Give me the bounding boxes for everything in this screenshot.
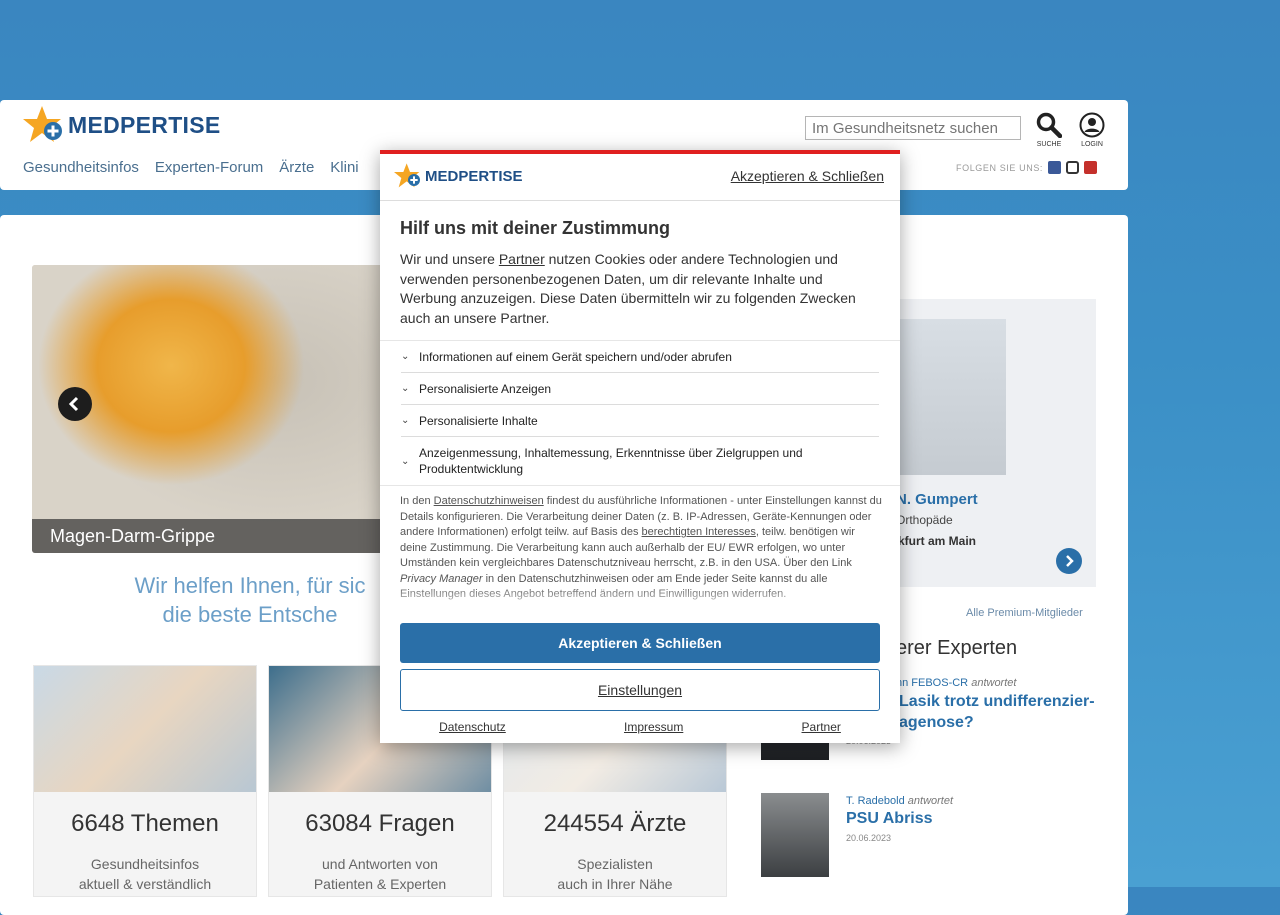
nav-kliniken[interactable]: Klini [330, 159, 358, 176]
consent-title: Hilf uns mit deiner Zustimmung [400, 218, 671, 238]
qa-question-title[interactable]: PSU Abriss [846, 808, 933, 829]
tile-doctors-line2: auch in Ihrer Nähe [557, 876, 673, 892]
qa-author-photo[interactable] [761, 793, 829, 877]
nav-experten-forum[interactable]: Experten-Forum [155, 159, 263, 176]
privacy-manager-label: Privacy Manager [400, 572, 483, 585]
purpose-list: ⌄ Informationen auf einem Gerät speicher… [380, 340, 900, 486]
purpose-item[interactable]: ⌄ Personalisierte Inhalte [401, 405, 879, 437]
qa-author[interactable]: T. Radebold antwortet [846, 795, 953, 807]
qa-title-line2[interactable]: agenose? [899, 712, 1095, 733]
slider-prev-button[interactable] [58, 387, 92, 421]
qa-title-line1[interactable]: Lasik trotz undifferenzier- [899, 691, 1095, 712]
consent-logo-text: MEDPERTISE [425, 167, 523, 185]
slider-caption[interactable]: Magen-Darm-Grippe [32, 519, 380, 553]
partner-link[interactable]: Partner [499, 251, 545, 267]
tile-topics-count: 6648 Themen [71, 810, 219, 837]
tile-questions-count: 63084 Fragen [305, 810, 455, 837]
tile-topics[interactable]: 6648 Themen Gesundheitsinfos aktuell & v… [33, 665, 257, 897]
tile-doctors-subtitle: Spezialisten auch in Ihrer Nähe [504, 854, 726, 894]
consent-footer-links: Datenschutz Impressum Partner [380, 720, 900, 734]
accept-close-link[interactable]: Akzeptieren & Schließen [731, 168, 884, 184]
tile-topics-subtitle: Gesundheitsinfos aktuell & verständlich [34, 854, 256, 894]
search-input[interactable] [805, 116, 1021, 140]
intro-text-pre: Wir und unsere [400, 251, 499, 267]
login-button[interactable]: LOGIN [1078, 112, 1106, 148]
nav-gesundheitsinfos[interactable]: Gesundheitsinfos [23, 159, 139, 176]
partner-footer-link[interactable]: Partner [802, 720, 841, 734]
purpose-label: Informationen auf einem Gerät speichern … [419, 349, 732, 364]
nav-aerzte[interactable]: Ärzte [279, 159, 314, 176]
logo-text: MEDPERTISE [68, 111, 221, 138]
search-button[interactable]: SUCHE [1033, 112, 1065, 148]
privacy-link[interactable]: Datenschutz [439, 720, 506, 734]
tile-questions-line1: und Antworten von [322, 856, 438, 872]
star-cross-icon [23, 106, 62, 142]
qa-answers-label: antwortet [971, 677, 1017, 689]
all-premium-link[interactable]: Alle Premium-Mitglieder [966, 607, 1083, 619]
expert-next-button[interactable] [1056, 548, 1082, 574]
tile-topics-line1: Gesundheitsinfos [90, 856, 200, 872]
instagram-icon[interactable] [1066, 161, 1080, 174]
site-logo[interactable]: MEDPERTISE [22, 104, 221, 146]
privacy-notice-link[interactable]: Datenschutzhinweisen [434, 495, 544, 507]
chevron-down-icon: ⌄ [401, 415, 410, 426]
chevron-left-icon [68, 396, 79, 412]
facebook-icon[interactable] [1048, 161, 1062, 174]
qa-author-name[interactable]: nn FEBOS-CR [896, 677, 968, 689]
settings-button[interactable]: Einstellungen [400, 669, 880, 711]
scroll-fade [380, 584, 900, 614]
search-caption: SUCHE [1036, 141, 1062, 148]
follow-label: FOLGEN SIE UNS: [956, 162, 1044, 173]
purpose-item[interactable]: ⌄ Anzeigenmessung, Inhaltemessung, Erken… [401, 437, 879, 485]
tile-questions-subtitle: und Antworten von Patienten & Experten [269, 854, 491, 894]
tile-doctors-line1: Spezialisten [577, 856, 653, 872]
magnifier-icon [1036, 112, 1063, 139]
chevron-down-icon: ⌄ [401, 455, 410, 467]
consent-logo: MEDPERTISE [393, 162, 523, 190]
chevron-right-icon [1066, 555, 1074, 567]
details-text: In den [400, 495, 434, 507]
purpose-item[interactable]: ⌄ Informationen auf einem Gerät speicher… [401, 341, 879, 373]
qa-author-name[interactable]: T. Radebold [846, 795, 905, 807]
qa-question-title[interactable]: Lasik trotz undifferenzier- agenose? [899, 691, 1095, 733]
chevron-down-icon: ⌄ [401, 383, 410, 394]
tagline-line1: Wir helfen Ihnen, für sic [134, 573, 366, 598]
main-nav: Gesundheitsinfos Experten-Forum Ärzte Kl… [23, 159, 359, 176]
tagline-line2: die beste Entsche [162, 602, 338, 627]
login-caption: LOGIN [1081, 141, 1103, 148]
user-icon [1079, 112, 1105, 138]
consent-intro: Wir und unsere Partner nutzen Cookies od… [400, 250, 870, 328]
chevron-down-icon: ⌄ [401, 351, 410, 362]
purpose-label: Personalisierte Anzeigen [419, 381, 552, 396]
purpose-label: Personalisierte Inhalte [419, 413, 538, 428]
qa-date: 20.06.2023 [846, 833, 892, 843]
youtube-icon[interactable] [1084, 161, 1098, 174]
consent-header: MEDPERTISE Akzeptieren & Schließen [380, 154, 900, 201]
tagline: Wir helfen Ihnen, für sic die beste Ents… [110, 571, 390, 629]
accept-close-button[interactable]: Akzeptieren & Schließen [400, 623, 880, 663]
qa-title-line1[interactable]: PSU Abriss [846, 808, 933, 829]
imprint-link[interactable]: Impressum [624, 720, 683, 734]
social-follow: FOLGEN SIE UNS: [956, 161, 1098, 174]
tile-topics-image [34, 666, 256, 792]
experts-answer-heading: erer Experten [896, 637, 1018, 659]
qa-author[interactable]: nn FEBOS-CR antwortet [896, 677, 1016, 689]
qa-answers-label: antwortet [907, 795, 954, 807]
legitimate-interest-link[interactable]: berechtigten Interesses [642, 526, 756, 538]
expert-role: Orthopäde [896, 513, 953, 527]
tile-questions-line2: Patienten & Experten [313, 876, 447, 892]
purpose-item[interactable]: ⌄ Personalisierte Anzeigen [401, 373, 879, 405]
star-cross-icon [394, 163, 420, 188]
expert-name[interactable]: N. Gumpert [896, 491, 978, 508]
tile-topics-line2: aktuell & verständlich [78, 876, 212, 892]
consent-dialog: MEDPERTISE Akzeptieren & Schließen Hilf … [380, 150, 900, 743]
purpose-label: Anzeigenmessung, Inhaltemessung, Erkennt… [419, 446, 803, 476]
tile-doctors-count: 244554 Ärzte [543, 810, 687, 837]
